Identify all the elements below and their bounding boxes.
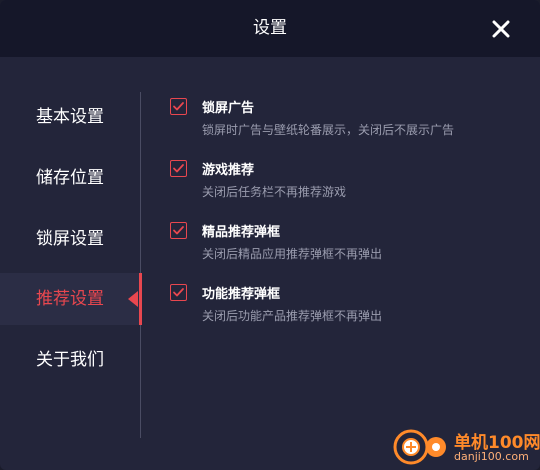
sidebar-item-basic[interactable]: 基本设置 (0, 91, 140, 143)
site-watermark: 单机100网 danji100.com (392, 426, 540, 468)
sidebar-divider (140, 92, 141, 438)
title-bar: 设置 (0, 0, 540, 57)
option-feature-popup: 功能推荐弹框 关闭后功能产品推荐弹框不再弹出 (170, 284, 530, 334)
sidebar-item-label: 关于我们 (36, 350, 104, 370)
active-caret-icon (128, 291, 138, 307)
premium-popup-checkbox[interactable] (170, 222, 187, 239)
check-icon (173, 288, 184, 297)
check-icon (173, 164, 184, 173)
watermark-logo-icon (393, 429, 446, 465)
sidebar-item-about[interactable]: 关于我们 (0, 334, 140, 386)
sidebar-item-label: 基本设置 (36, 107, 104, 127)
option-title: 功能推荐弹框 (202, 287, 281, 302)
lockscreen-ads-checkbox[interactable] (170, 98, 187, 115)
sidebar-item-storage[interactable]: 储存位置 (0, 152, 140, 204)
option-game-recommend: 游戏推荐 关闭后任务栏不再推荐游戏 (170, 160, 530, 210)
check-icon (173, 226, 184, 235)
option-lockscreen-ads: 锁屏广告 锁屏时广告与壁纸轮番展示，关闭后不展示广告 (170, 98, 530, 148)
active-indicator (139, 273, 142, 325)
watermark-url: danji100.com (454, 450, 529, 463)
check-icon (173, 102, 184, 111)
option-description: 关闭后功能产品推荐弹框不再弹出 (202, 309, 383, 323)
feature-popup-checkbox[interactable] (170, 284, 187, 301)
option-title: 游戏推荐 (202, 163, 255, 178)
sidebar-item-label: 储存位置 (36, 168, 104, 188)
sidebar-item-label: 锁屏设置 (36, 229, 104, 249)
option-title: 锁屏广告 (202, 101, 255, 116)
option-description: 关闭后精品应用推荐弹框不再弹出 (202, 247, 383, 261)
close-icon (492, 20, 510, 38)
dialog-title: 设置 (253, 18, 287, 38)
option-description: 关闭后任务栏不再推荐游戏 (202, 185, 347, 199)
option-description: 锁屏时广告与壁纸轮番展示，关闭后不展示广告 (202, 123, 455, 137)
sidebar-item-label: 推荐设置 (36, 289, 104, 309)
sidebar-item-lockscreen[interactable]: 锁屏设置 (0, 213, 140, 265)
sidebar-item-recommend[interactable]: 推荐设置 (0, 273, 140, 325)
option-title: 精品推荐弹框 (202, 225, 281, 240)
settings-dialog: 设置 基本设置 储存位置 锁屏设置 推荐设置 关于我们 锁屏广告 锁屏时广告与壁… (0, 0, 540, 470)
option-premium-popup: 精品推荐弹框 关闭后精品应用推荐弹框不再弹出 (170, 222, 530, 272)
close-button[interactable] (486, 14, 516, 44)
game-recommend-checkbox[interactable] (170, 160, 187, 177)
